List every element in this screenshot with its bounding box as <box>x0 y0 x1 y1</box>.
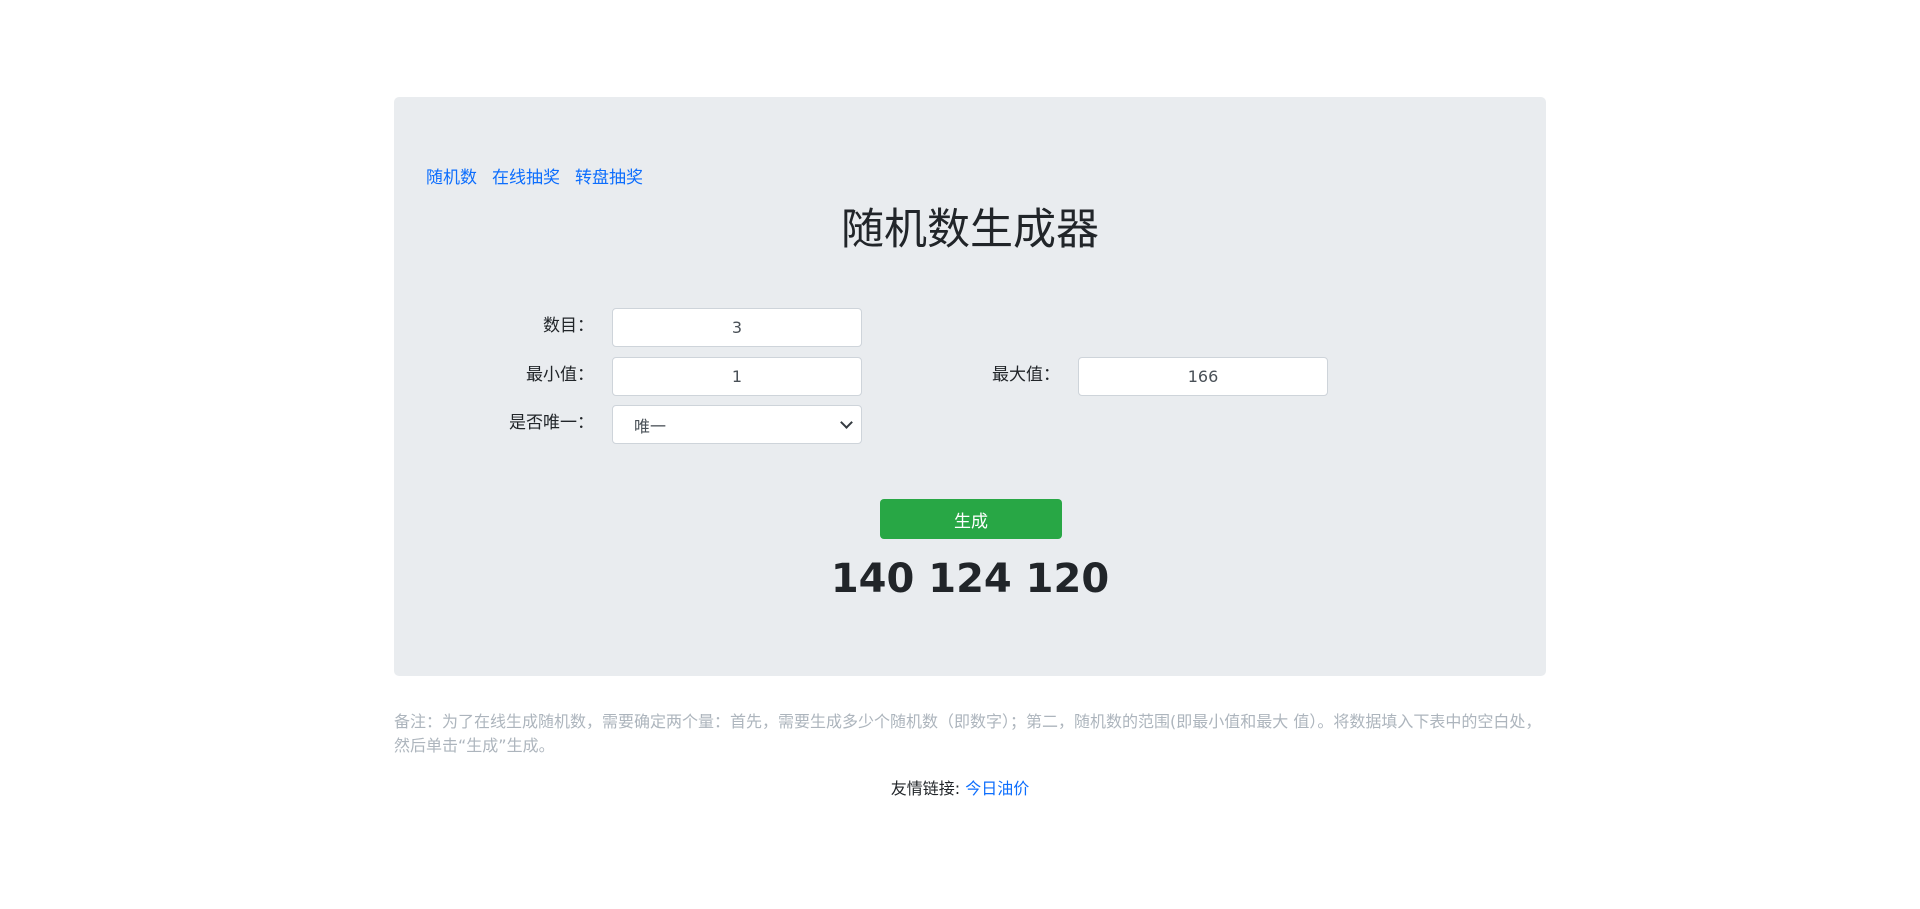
page-title: 随机数生成器 <box>841 205 1099 255</box>
unique-select[interactable]: 唯一 <box>612 405 862 444</box>
unique-select-value: 唯一 <box>634 416 667 436</box>
count-input[interactable] <box>612 308 862 347</box>
result-numbers: 140 124 120 <box>830 556 1110 602</box>
top-nav: 随机数 在线抽奖 转盘抽奖 <box>426 163 643 188</box>
min-value-label: 最小值： <box>526 365 594 385</box>
generate-button[interactable]: 生成 <box>880 499 1062 539</box>
min-value-input[interactable] <box>612 357 862 396</box>
max-value-label: 最大值： <box>992 365 1060 385</box>
friend-links: 友情链接: 今日油价 <box>0 775 1920 799</box>
nav-link-random-number[interactable]: 随机数 <box>426 163 477 188</box>
friend-link-oil-price[interactable]: 今日油价 <box>965 779 1029 798</box>
chevron-down-icon <box>840 416 853 429</box>
friend-links-label: 友情链接: <box>890 779 961 798</box>
nav-link-online-lottery[interactable]: 在线抽奖 <box>492 163 560 188</box>
unique-label: 是否唯一： <box>509 413 594 433</box>
max-value-input[interactable] <box>1078 357 1328 396</box>
count-label: 数目： <box>543 316 594 336</box>
nav-link-wheel-lottery[interactable]: 转盘抽奖 <box>575 163 643 188</box>
note-text: 备注：为了在线生成随机数，需要确定两个量：首先，需要生成多少个随机数（即数字）；… <box>394 712 1542 755</box>
generator-panel: 随机数 在线抽奖 转盘抽奖 随机数生成器 数目： 最小值： 最大值： 是否唯一：… <box>394 97 1546 676</box>
